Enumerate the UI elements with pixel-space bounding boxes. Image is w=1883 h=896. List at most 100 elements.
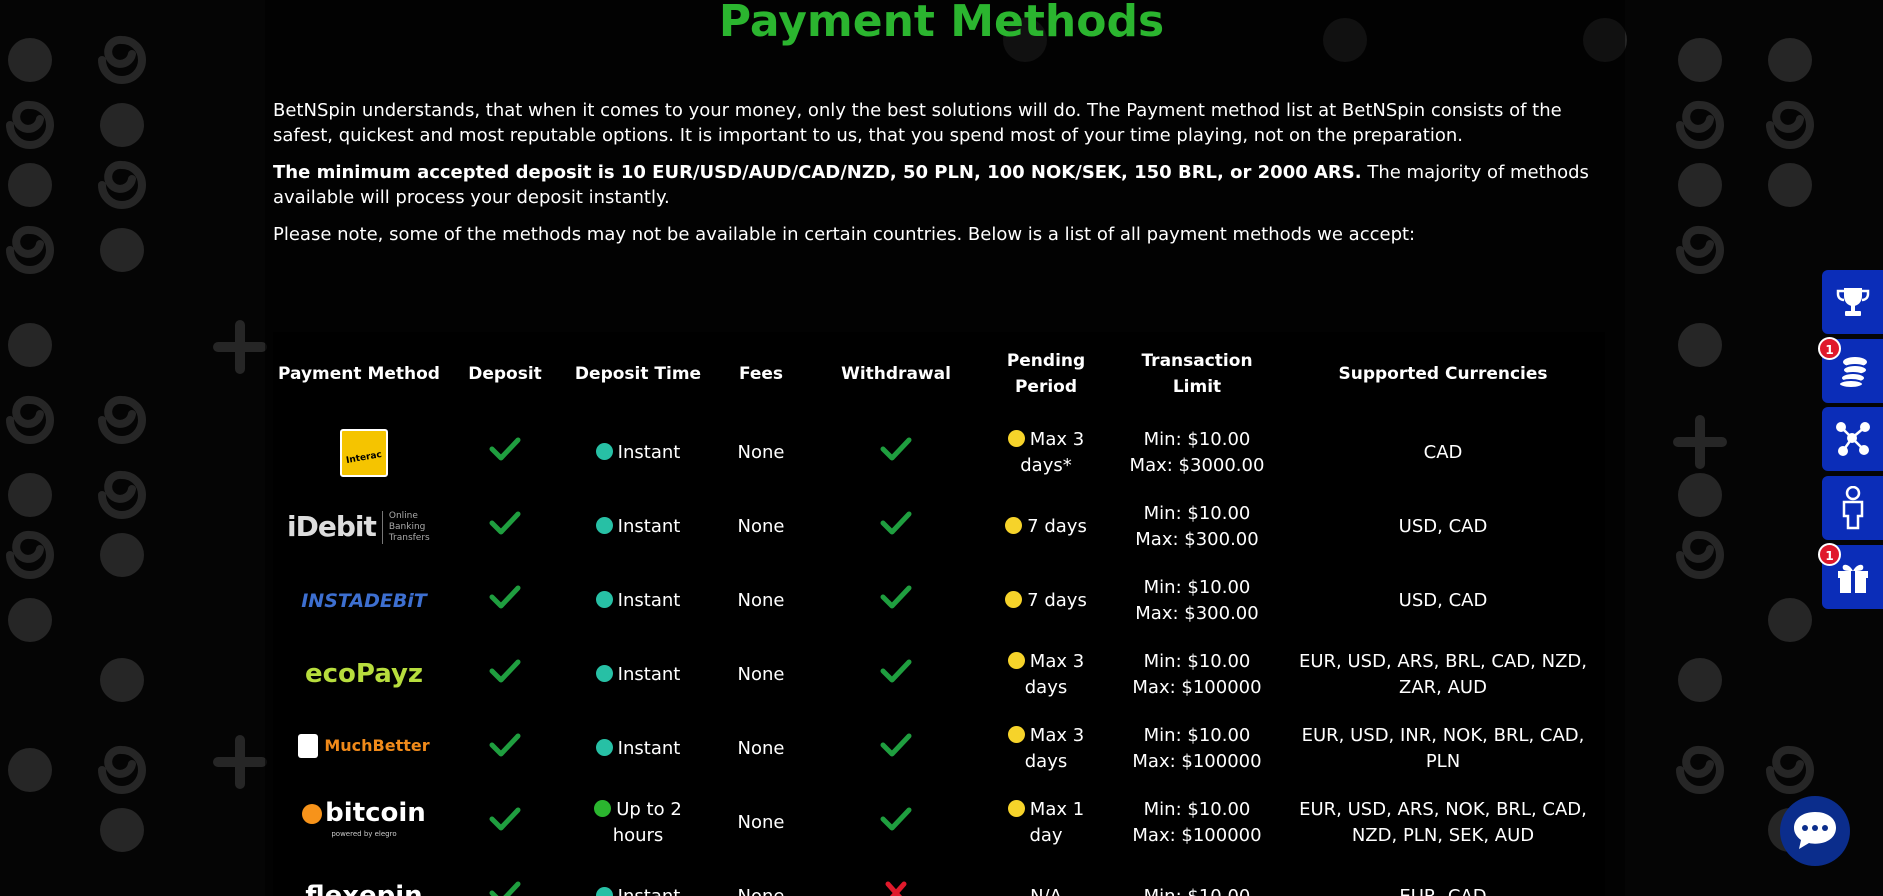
transaction-limit: Min: $10.00 Max: $100000 [1111,712,1283,786]
check-icon [489,733,521,757]
pending-period: Max 3 days* [981,416,1111,490]
withdrawal-available [811,860,981,896]
flexepin-logo: flexepin [305,880,423,896]
lightning-icon [595,739,613,756]
deposit-time-text: Instant [617,738,681,759]
intro-paragraph-1: BetNSpin understands, that when it comes… [273,100,1562,146]
table-row: bitcoin powered by elegro Up to 2 hours Non… [273,786,1603,860]
bitcoin-logo: bitcoin powered by elegro [302,800,426,843]
pending-period: N/A [981,860,1111,896]
deposit-time: Instant [565,416,711,490]
supported-currencies: EUR, USD, ARS, BRL, CAD, NZD, ZAR, AUD [1299,651,1587,698]
deposit-time: Instant [565,638,711,712]
table-row: Interac Instant None Max 3 days* Min: $10.00… [273,416,1603,490]
limit-min: Min: $10.00 [1143,429,1251,450]
idebit-logo: iDebit Online Banking Transfers [287,510,445,544]
deposit-time-text: Up to 2 hours [612,799,682,846]
check-icon [489,437,521,461]
header-deposit-time: Deposit Time [574,364,702,384]
gift-badge: 1 [1818,543,1841,566]
lightning-icon [595,591,613,608]
deposit-time-text: Instant [617,590,681,611]
payment-method-logo: INSTADEBiT [273,564,445,638]
check-icon [880,659,912,683]
withdrawal-available [811,638,981,712]
pending-period-text: Max 3 days* [1020,429,1085,476]
limit-min: Min: $10.00 [1115,884,1279,896]
chat-button[interactable] [1780,796,1850,866]
pending-period-text: 7 days [1027,590,1087,611]
payment-method-logo: iDebit Online Banking Transfers [273,490,445,564]
transaction-limit: Min: $10.00 Max: $300.00 [1111,564,1283,638]
fees: None [737,590,785,611]
check-icon [489,511,521,535]
table-row: MuchBetter Instant None Max 3 days Min: $10.… [273,712,1603,786]
pending-period-text: Max 3 days [1024,651,1085,698]
pending-period: Max 3 days [981,712,1111,786]
cross-icon [885,881,907,896]
header-payment-method: Payment Method [278,364,440,384]
clock-icon [594,800,612,817]
intro-paragraph-2: The minimum accepted deposit is 10 EUR/U… [273,160,1603,210]
deposit-available [445,712,565,786]
deposit-time: Instant [565,860,711,896]
tournaments-button[interactable] [1822,270,1883,334]
withdrawal-available [811,490,981,564]
transaction-limit: Min: $10.00 [1111,860,1283,896]
payment-method-logo: MuchBetter [273,712,445,786]
deposit-available [445,860,565,896]
pending-period-text: N/A [1030,886,1062,896]
fees: None [737,664,785,685]
deposit-time: Up to 2 hours [565,786,711,860]
deposit-time: Instant [565,564,711,638]
chat-icon [1794,812,1836,849]
supported-currencies: EUR, CAD [1283,860,1603,896]
pending-period: 7 days [981,564,1111,638]
pending-period-text: Max 3 days [1024,725,1085,772]
person-icon [1842,486,1863,530]
table-row: iDebit Online Banking Transfers Instant Non… [273,490,1603,564]
muchbetter-logo-text: MuchBetter [324,735,430,755]
network-button[interactable] [1822,407,1883,471]
limit-min: Min: $10.00 [1143,577,1251,598]
muchbetter-logo: MuchBetter [298,733,430,759]
limit-min: Min: $10.00 [1143,799,1251,820]
trophy-icon [1836,288,1869,316]
lightning-icon [595,665,613,682]
limit-max: Max: $100000 [1132,677,1262,698]
transaction-limit: Min: $10.00 Max: $100000 [1111,786,1283,860]
pending-period: 7 days [981,490,1111,564]
clock-icon [1007,430,1025,447]
table-row: flexepin Instant None N/A Min: $10.00 EUR, CA… [273,860,1603,896]
idebit-logo-text: iDebit [287,510,377,543]
pending-period-text: Max 1 day [1029,799,1085,846]
bitcoin-coin-icon [302,803,323,824]
deposit-available [445,416,565,490]
table-header-row: Payment Method Deposit Deposit Time Fees… [273,332,1603,416]
withdrawal-available [811,712,981,786]
lightning-icon [595,517,613,534]
limit-min: Min: $10.00 [1143,725,1251,746]
account-button[interactable] [1822,476,1883,540]
minimum-deposit-text: The minimum accepted deposit is 10 EUR/U… [273,162,1362,183]
header-deposit: Deposit [468,364,542,384]
deposit-available [445,564,565,638]
check-icon [489,659,521,683]
clock-icon [1005,517,1023,534]
withdrawal-available [811,416,981,490]
fees: None [737,516,785,537]
deposit-time: Instant [565,490,711,564]
transaction-limit: Min: $10.00 Max: $300.00 [1111,490,1283,564]
supported-currencies: EUR, USD, ARS, NOK, BRL, CAD, NZD, PLN, … [1299,799,1587,846]
muchbetter-mark-icon [298,733,319,758]
interac-logo-text: Interac [345,449,383,467]
pending-period: Max 3 days [981,638,1111,712]
clock-icon [1007,652,1025,669]
intro-paragraph-3: Please note, some of the methods may not… [273,224,1416,245]
header-pending-period: Pending Period [1006,351,1086,397]
instadebit-logo: INSTADEBiT [301,589,427,612]
withdrawal-available [811,786,981,860]
deposit-time-text: Instant [617,664,681,685]
bonuses-badge: 1 [1818,337,1841,360]
gift-icon [1837,564,1868,593]
